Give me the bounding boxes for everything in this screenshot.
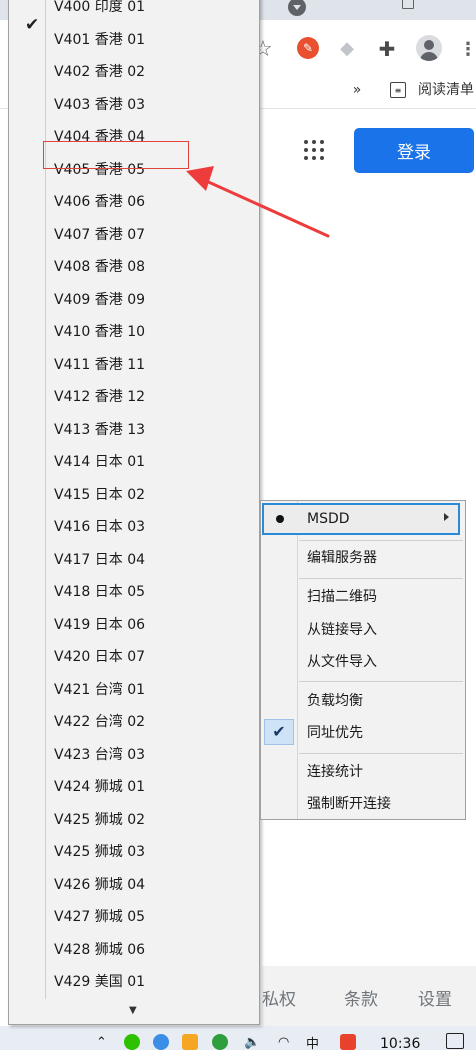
menu-separator xyxy=(299,578,463,579)
footer-settings-link[interactable]: 设置 xyxy=(418,985,452,1010)
more-menu-icon[interactable]: ⋮ xyxy=(459,38,476,60)
wechat-icon[interactable] xyxy=(124,1033,140,1051)
radio-bullet-icon xyxy=(276,515,284,523)
server-list-item[interactable]: V406 香港 06 xyxy=(54,187,145,217)
menu-item-load-balance[interactable]: 负载均衡 xyxy=(307,687,363,715)
menu-item-import-link[interactable]: 从链接导入 xyxy=(307,616,377,644)
menu-item-same-address-priority[interactable]: 同址优先 xyxy=(307,719,363,747)
reading-list-label[interactable]: 阅读清单 xyxy=(418,79,474,99)
server-list-item[interactable]: V420 日本 07 xyxy=(54,642,145,672)
server-list-item[interactable]: V427 狮城 05 xyxy=(54,902,145,932)
server-list-item[interactable]: V407 香港 07 xyxy=(54,220,145,250)
server-list-menu: ✔ V400 印度 01 V401 香港 01 V402 香港 02 V403 香港 … xyxy=(8,0,260,1025)
server-list-item[interactable]: V417 日本 04 xyxy=(54,545,145,575)
server-list-item[interactable]: V421 台湾 01 xyxy=(54,675,145,705)
menu-gutter-divider xyxy=(297,501,298,819)
chevron-up-icon[interactable]: ⌃ xyxy=(96,1033,107,1051)
menu-item-label: MSDD xyxy=(307,511,350,527)
server-list-item[interactable]: V409 香港 09 xyxy=(54,285,145,315)
server-list-item[interactable]: V416 日本 03 xyxy=(54,512,145,542)
menu-item-import-file[interactable]: 从文件导入 xyxy=(307,648,377,676)
server-list-item[interactable]: V419 日本 06 xyxy=(54,610,145,640)
menu-item-scan-qr[interactable]: 扫描二维码 xyxy=(307,583,377,611)
server-list-item[interactable]: V413 香港 13 xyxy=(54,415,145,445)
server-list-item[interactable]: V400 印度 01 xyxy=(54,0,145,22)
server-list-item[interactable]: V408 香港 08 xyxy=(54,252,145,282)
ime-indicator[interactable]: 中 xyxy=(306,1033,319,1052)
restore-window-icon[interactable] xyxy=(402,0,414,9)
footer-terms-link[interactable]: 条款 xyxy=(344,985,378,1010)
server-list-item[interactable]: V410 香港 10 xyxy=(54,317,145,347)
menu-item-msdd[interactable]: MSDD xyxy=(262,503,460,535)
server-list-item[interactable]: V426 狮城 04 xyxy=(54,870,145,900)
scroll-down-icon[interactable]: ▼ xyxy=(129,1005,137,1016)
server-list-item[interactable]: V429 美国 01 xyxy=(54,967,145,997)
yellow-app-icon[interactable] xyxy=(182,1033,198,1051)
server-list-item[interactable]: V402 香港 02 xyxy=(54,57,145,87)
extension-red-icon[interactable]: ✎ xyxy=(297,37,319,59)
menu-separator xyxy=(299,540,463,541)
footer-privacy-link[interactable]: 私权 xyxy=(262,985,296,1010)
server-list-item[interactable]: V425 狮城 03 xyxy=(54,837,145,867)
server-list-item[interactable]: V414 日本 01 xyxy=(54,447,145,477)
notification-icon[interactable] xyxy=(446,1033,464,1049)
wifi-icon[interactable]: ◠ xyxy=(278,1033,289,1051)
server-list-item[interactable]: V411 香港 11 xyxy=(54,350,145,380)
server-list-item[interactable]: V425 狮城 02 xyxy=(54,805,145,835)
server-list-item[interactable]: V403 香港 03 xyxy=(54,90,145,120)
menu-item-edit-servers[interactable]: 编辑服务器 xyxy=(307,544,377,572)
volume-icon[interactable]: 🔈 xyxy=(244,1033,260,1051)
extensions-puzzle-icon[interactable]: ✚ xyxy=(376,37,398,61)
sogou-icon[interactable] xyxy=(340,1033,356,1051)
google-apps-icon[interactable] xyxy=(304,140,324,160)
login-button[interactable]: 登录 xyxy=(354,128,474,173)
server-list-item[interactable]: V423 台湾 03 xyxy=(54,740,145,770)
checkmark-icon: ✔ xyxy=(25,15,40,35)
server-list-item[interactable]: V401 香港 01 xyxy=(54,25,145,55)
server-list-item[interactable]: V428 狮城 06 xyxy=(54,935,145,965)
reading-list-icon[interactable]: ≡ xyxy=(390,82,406,98)
server-list-item[interactable]: V424 狮城 01 xyxy=(54,772,145,802)
server-list-item[interactable]: V418 日本 05 xyxy=(54,577,145,607)
server-list-item[interactable]: V422 台湾 02 xyxy=(54,707,145,737)
green-app-icon[interactable] xyxy=(212,1033,228,1051)
menu-item-force-disconnect[interactable]: 强制断开连接 xyxy=(307,790,391,818)
menu-separator xyxy=(299,753,463,754)
server-list-item[interactable]: V412 香港 12 xyxy=(54,382,145,412)
checkmark-icon: ✔ xyxy=(264,719,294,745)
bookmarks-overflow-icon[interactable]: » xyxy=(350,78,364,102)
highlight-annotation-box xyxy=(43,141,189,169)
profile-avatar[interactable] xyxy=(416,35,442,61)
extension-tag-icon[interactable]: ◆ xyxy=(337,38,357,59)
profile-menu-icon[interactable] xyxy=(288,0,306,16)
tray-context-menu: MSDD 编辑服务器 扫描二维码 从链接导入 从文件导入 负载均衡 ✔ 同址优先… xyxy=(260,500,466,820)
menu-separator xyxy=(299,681,463,682)
submenu-arrow-icon xyxy=(444,513,449,521)
server-list-item[interactable]: V415 日本 02 xyxy=(54,480,145,510)
menu-item-connection-stats[interactable]: 连接统计 xyxy=(307,758,363,786)
search-icon[interactable] xyxy=(153,1033,169,1051)
